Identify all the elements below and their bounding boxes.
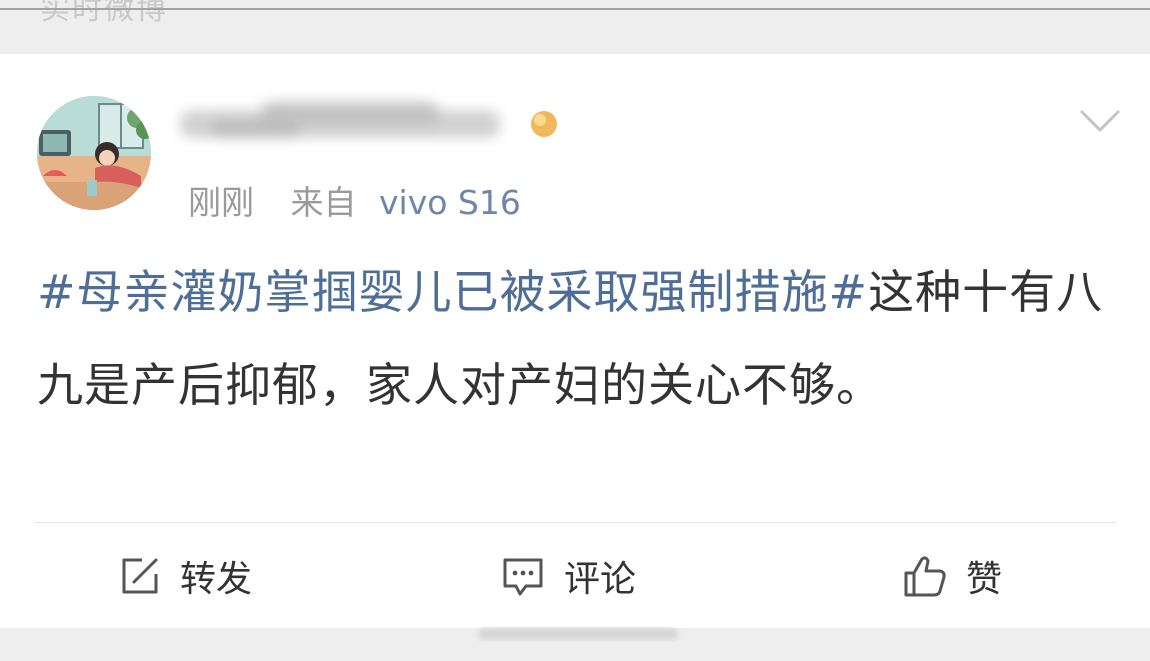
thumbs-up-icon — [904, 556, 946, 597]
comment-icon — [503, 558, 543, 596]
actions-divider — [34, 522, 1116, 523]
repost-button[interactable]: 转发 — [118, 546, 252, 606]
chevron-down-icon[interactable] — [1078, 106, 1122, 136]
comment-label: 评论 — [564, 559, 637, 600]
post-hashtag-link[interactable]: #母亲灌奶掌掴婴儿已被采取强制措施# — [37, 265, 868, 319]
watermark-blurred — [478, 628, 678, 640]
username-redacted[interactable] — [170, 90, 560, 154]
repost-icon — [122, 558, 158, 594]
avatar-illustration — [37, 96, 151, 210]
section-title-partial: 实时微博 — [40, 0, 168, 27]
like-button[interactable]: 赞 — [902, 546, 1002, 606]
comment-button[interactable]: 评论 — [500, 546, 636, 606]
post-timestamp: 刚刚 — [188, 183, 254, 222]
previous-section-strip: 实时微博 — [0, 0, 1150, 54]
weibo-page: 实时微博 刚刚 来自 vivo S16 #母亲灌奶掌掴婴儿已被采取强制措施#这种… — [0, 0, 1150, 661]
post-meta: 刚刚 来自 vivo S16 — [188, 176, 521, 224]
like-label: 赞 — [966, 559, 1003, 600]
post-source-prefix: 来自 — [290, 183, 357, 222]
post-card: 刚刚 来自 vivo S16 #母亲灌奶掌掴婴儿已被采取强制措施#这种十有八九是… — [0, 54, 1150, 628]
post-content: #母亲灌奶掌掴婴儿已被采取强制措施#这种十有八九是产后抑郁，家人对产妇的关心不够… — [37, 246, 1122, 432]
repost-label: 转发 — [180, 559, 253, 600]
avatar[interactable] — [37, 96, 151, 210]
top-divider — [0, 8, 1150, 10]
post-device[interactable]: vivo S16 — [379, 183, 521, 222]
